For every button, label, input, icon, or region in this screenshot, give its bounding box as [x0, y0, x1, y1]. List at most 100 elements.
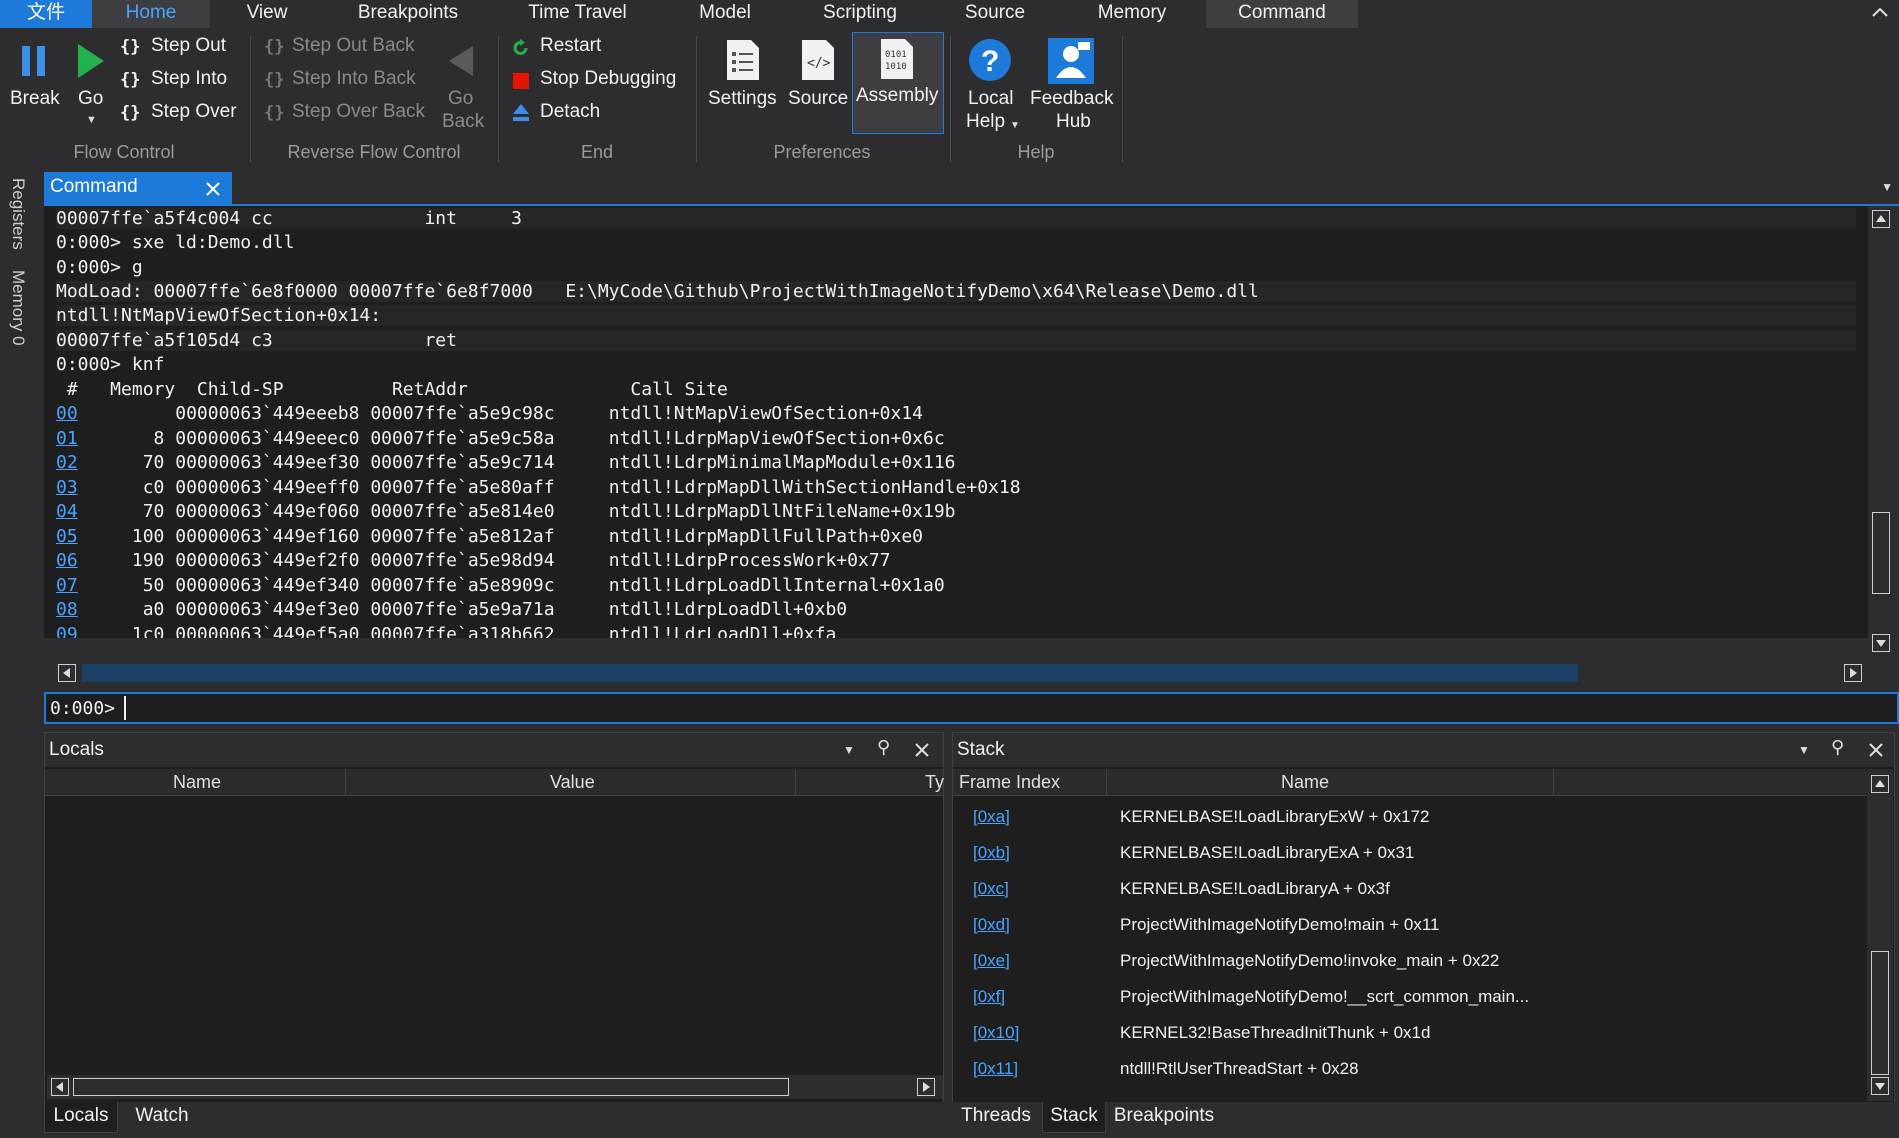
go-back-button[interactable]: Go Back [440, 32, 486, 136]
frame-link[interactable]: 02 [56, 452, 78, 473]
frame-link[interactable]: 08 [56, 599, 78, 620]
stop-debugging-button[interactable]: Stop Debugging [510, 67, 690, 95]
go-button[interactable]: Go ▼ [72, 32, 114, 136]
command-horizontal-scrollbar[interactable] [56, 660, 1868, 686]
tab-scripting[interactable]: Scripting [800, 0, 920, 28]
local-help-button[interactable]: ? Local Help ▼ [958, 32, 1024, 136]
scroll-thumb[interactable] [1872, 512, 1890, 594]
frame-index-link[interactable]: [0xa] [973, 807, 1010, 827]
stack-row[interactable]: [0xb] KERNELBASE!LoadLibraryExA + 0x31 [953, 835, 1864, 871]
scroll-left-icon[interactable] [58, 664, 76, 682]
tab-home[interactable]: Home [92, 0, 210, 28]
tab-threads[interactable]: Threads [952, 1102, 1040, 1132]
close-icon[interactable] [1869, 743, 1883, 757]
frame-index-link[interactable]: [0xf] [973, 987, 1005, 1007]
stack-vertical-scrollbar[interactable] [1867, 771, 1893, 1101]
column-header-value[interactable]: Value [550, 772, 595, 793]
close-icon[interactable] [915, 743, 929, 757]
frame-link[interactable]: 04 [56, 501, 78, 522]
command-output[interactable]: 00007ffe`a5f4c004 cc int 3 0:000> sxe ld… [44, 206, 1868, 638]
stack-row[interactable]: [0xa] KERNELBASE!LoadLibraryExW + 0x172 [953, 799, 1864, 835]
source-button[interactable]: </> Source [785, 32, 849, 132]
locals-panel: Locals ▼ ⚲ Name Value Ty [44, 732, 944, 1134]
scroll-up-icon[interactable] [1872, 210, 1890, 228]
step-into-back-button[interactable]: {} Step Into Back [262, 67, 432, 95]
scroll-left-icon[interactable] [51, 1078, 69, 1096]
scroll-thumb[interactable] [82, 664, 1578, 682]
column-header-type[interactable]: Ty [925, 772, 944, 793]
column-divider[interactable] [345, 769, 346, 795]
tab-stack[interactable]: Stack [1042, 1102, 1106, 1133]
detach-button[interactable]: Detach [510, 100, 690, 128]
step-out-back-button[interactable]: {} Step Out Back [262, 34, 432, 62]
restart-button[interactable]: Restart [510, 34, 690, 62]
tab-overflow-icon[interactable]: ▼ [1881, 180, 1893, 194]
column-divider[interactable] [795, 769, 796, 795]
step-over-button[interactable]: {} Step Over [118, 100, 246, 128]
scroll-right-icon[interactable] [917, 1078, 935, 1096]
frame-index-link[interactable]: [0xd] [973, 915, 1010, 935]
tab-locals[interactable]: Locals [44, 1102, 118, 1133]
tab-time-travel[interactable]: Time Travel [500, 0, 655, 28]
frame-link[interactable]: 06 [56, 550, 78, 571]
frame-link[interactable]: 09 [56, 624, 78, 638]
stack-row[interactable]: [0x10] KERNEL32!BaseThreadInitThunk + 0x1… [953, 1015, 1864, 1051]
pin-icon[interactable]: ⚲ [877, 737, 890, 758]
close-icon[interactable] [206, 182, 220, 196]
stack-row[interactable]: [0xc] KERNELBASE!LoadLibraryA + 0x3f [953, 871, 1864, 907]
scroll-down-icon[interactable] [1872, 634, 1890, 652]
step-out-button[interactable]: {} Step Out [118, 34, 246, 62]
side-tab-registers[interactable]: Registers [8, 178, 28, 250]
frame-index-link[interactable]: [0x10] [973, 1023, 1019, 1043]
column-header-name[interactable]: Name [1281, 772, 1329, 793]
feedback-hub-button[interactable]: Feedback Hub [1026, 32, 1118, 136]
chevron-down-icon[interactable]: ▼ [843, 743, 855, 757]
scroll-right-icon[interactable] [1844, 664, 1862, 682]
tab-view[interactable]: View [210, 0, 324, 28]
step-over-back-button[interactable]: {} Step Over Back [262, 100, 432, 128]
frame-link[interactable]: 07 [56, 575, 78, 596]
pin-icon[interactable]: ⚲ [1831, 737, 1844, 758]
stack-row[interactable]: [0x11] ntdll!RtlUserThreadStart + 0x28 [953, 1051, 1864, 1087]
scroll-down-icon[interactable] [1871, 1077, 1889, 1095]
frame-index-link[interactable]: [0x11] [973, 1059, 1018, 1079]
collapse-ribbon-icon[interactable] [1871, 2, 1889, 23]
chevron-down-icon[interactable]: ▼ [1798, 743, 1810, 757]
stack-row[interactable]: [0xd] ProjectWithImageNotifyDemo!main + 0… [953, 907, 1864, 943]
frame-link[interactable]: 03 [56, 477, 78, 498]
frame-link[interactable]: 00 [56, 403, 78, 424]
side-tab-memory[interactable]: Memory 0 [8, 270, 28, 346]
tab-command-window[interactable]: Command [44, 172, 232, 204]
column-header-name[interactable]: Name [173, 772, 221, 793]
frame-link[interactable]: 05 [56, 526, 78, 547]
break-button[interactable]: Break [8, 32, 62, 132]
locals-horizontal-scrollbar[interactable] [47, 1075, 943, 1099]
frame-link[interactable]: 01 [56, 428, 78, 449]
frame-index-link[interactable]: [0xe] [973, 951, 1010, 971]
assembly-button[interactable]: 0101 1010 Assembly [852, 32, 944, 134]
column-header-frame-index[interactable]: Frame Index [959, 772, 1060, 793]
tab-breakpoints[interactable]: Breakpoints [324, 0, 492, 28]
tab-command[interactable]: Command [1206, 0, 1358, 28]
group-label-help: Help [1017, 142, 1055, 162]
scroll-thumb[interactable] [1871, 951, 1889, 1075]
command-vertical-scrollbar[interactable] [1868, 206, 1894, 658]
tab-source[interactable]: Source [940, 0, 1050, 28]
scroll-thumb[interactable] [73, 1078, 789, 1096]
tab-breakpoints-window[interactable]: Breakpoints [1108, 1102, 1220, 1132]
column-divider[interactable] [1106, 769, 1107, 795]
tab-watch[interactable]: Watch [120, 1102, 204, 1132]
command-input[interactable] [124, 696, 1896, 720]
settings-button[interactable]: Settings [705, 32, 779, 132]
menu-file[interactable]: 文件 [0, 0, 92, 28]
scroll-up-icon[interactable] [1871, 775, 1889, 793]
frame-index-link[interactable]: [0xc] [973, 879, 1009, 899]
tab-model[interactable]: Model [670, 0, 780, 28]
column-divider[interactable] [1553, 769, 1554, 795]
stack-row[interactable]: [0xf] ProjectWithImageNotifyDemo!__scrt_c… [953, 979, 1864, 1015]
frame-index-link[interactable]: [0xb] [973, 843, 1010, 863]
go-back-label-line2: Back [442, 111, 485, 132]
stack-row[interactable]: [0xe] ProjectWithImageNotifyDemo!invoke_m… [953, 943, 1864, 979]
step-into-button[interactable]: {} Step Into [118, 67, 246, 95]
tab-memory[interactable]: Memory [1070, 0, 1194, 28]
